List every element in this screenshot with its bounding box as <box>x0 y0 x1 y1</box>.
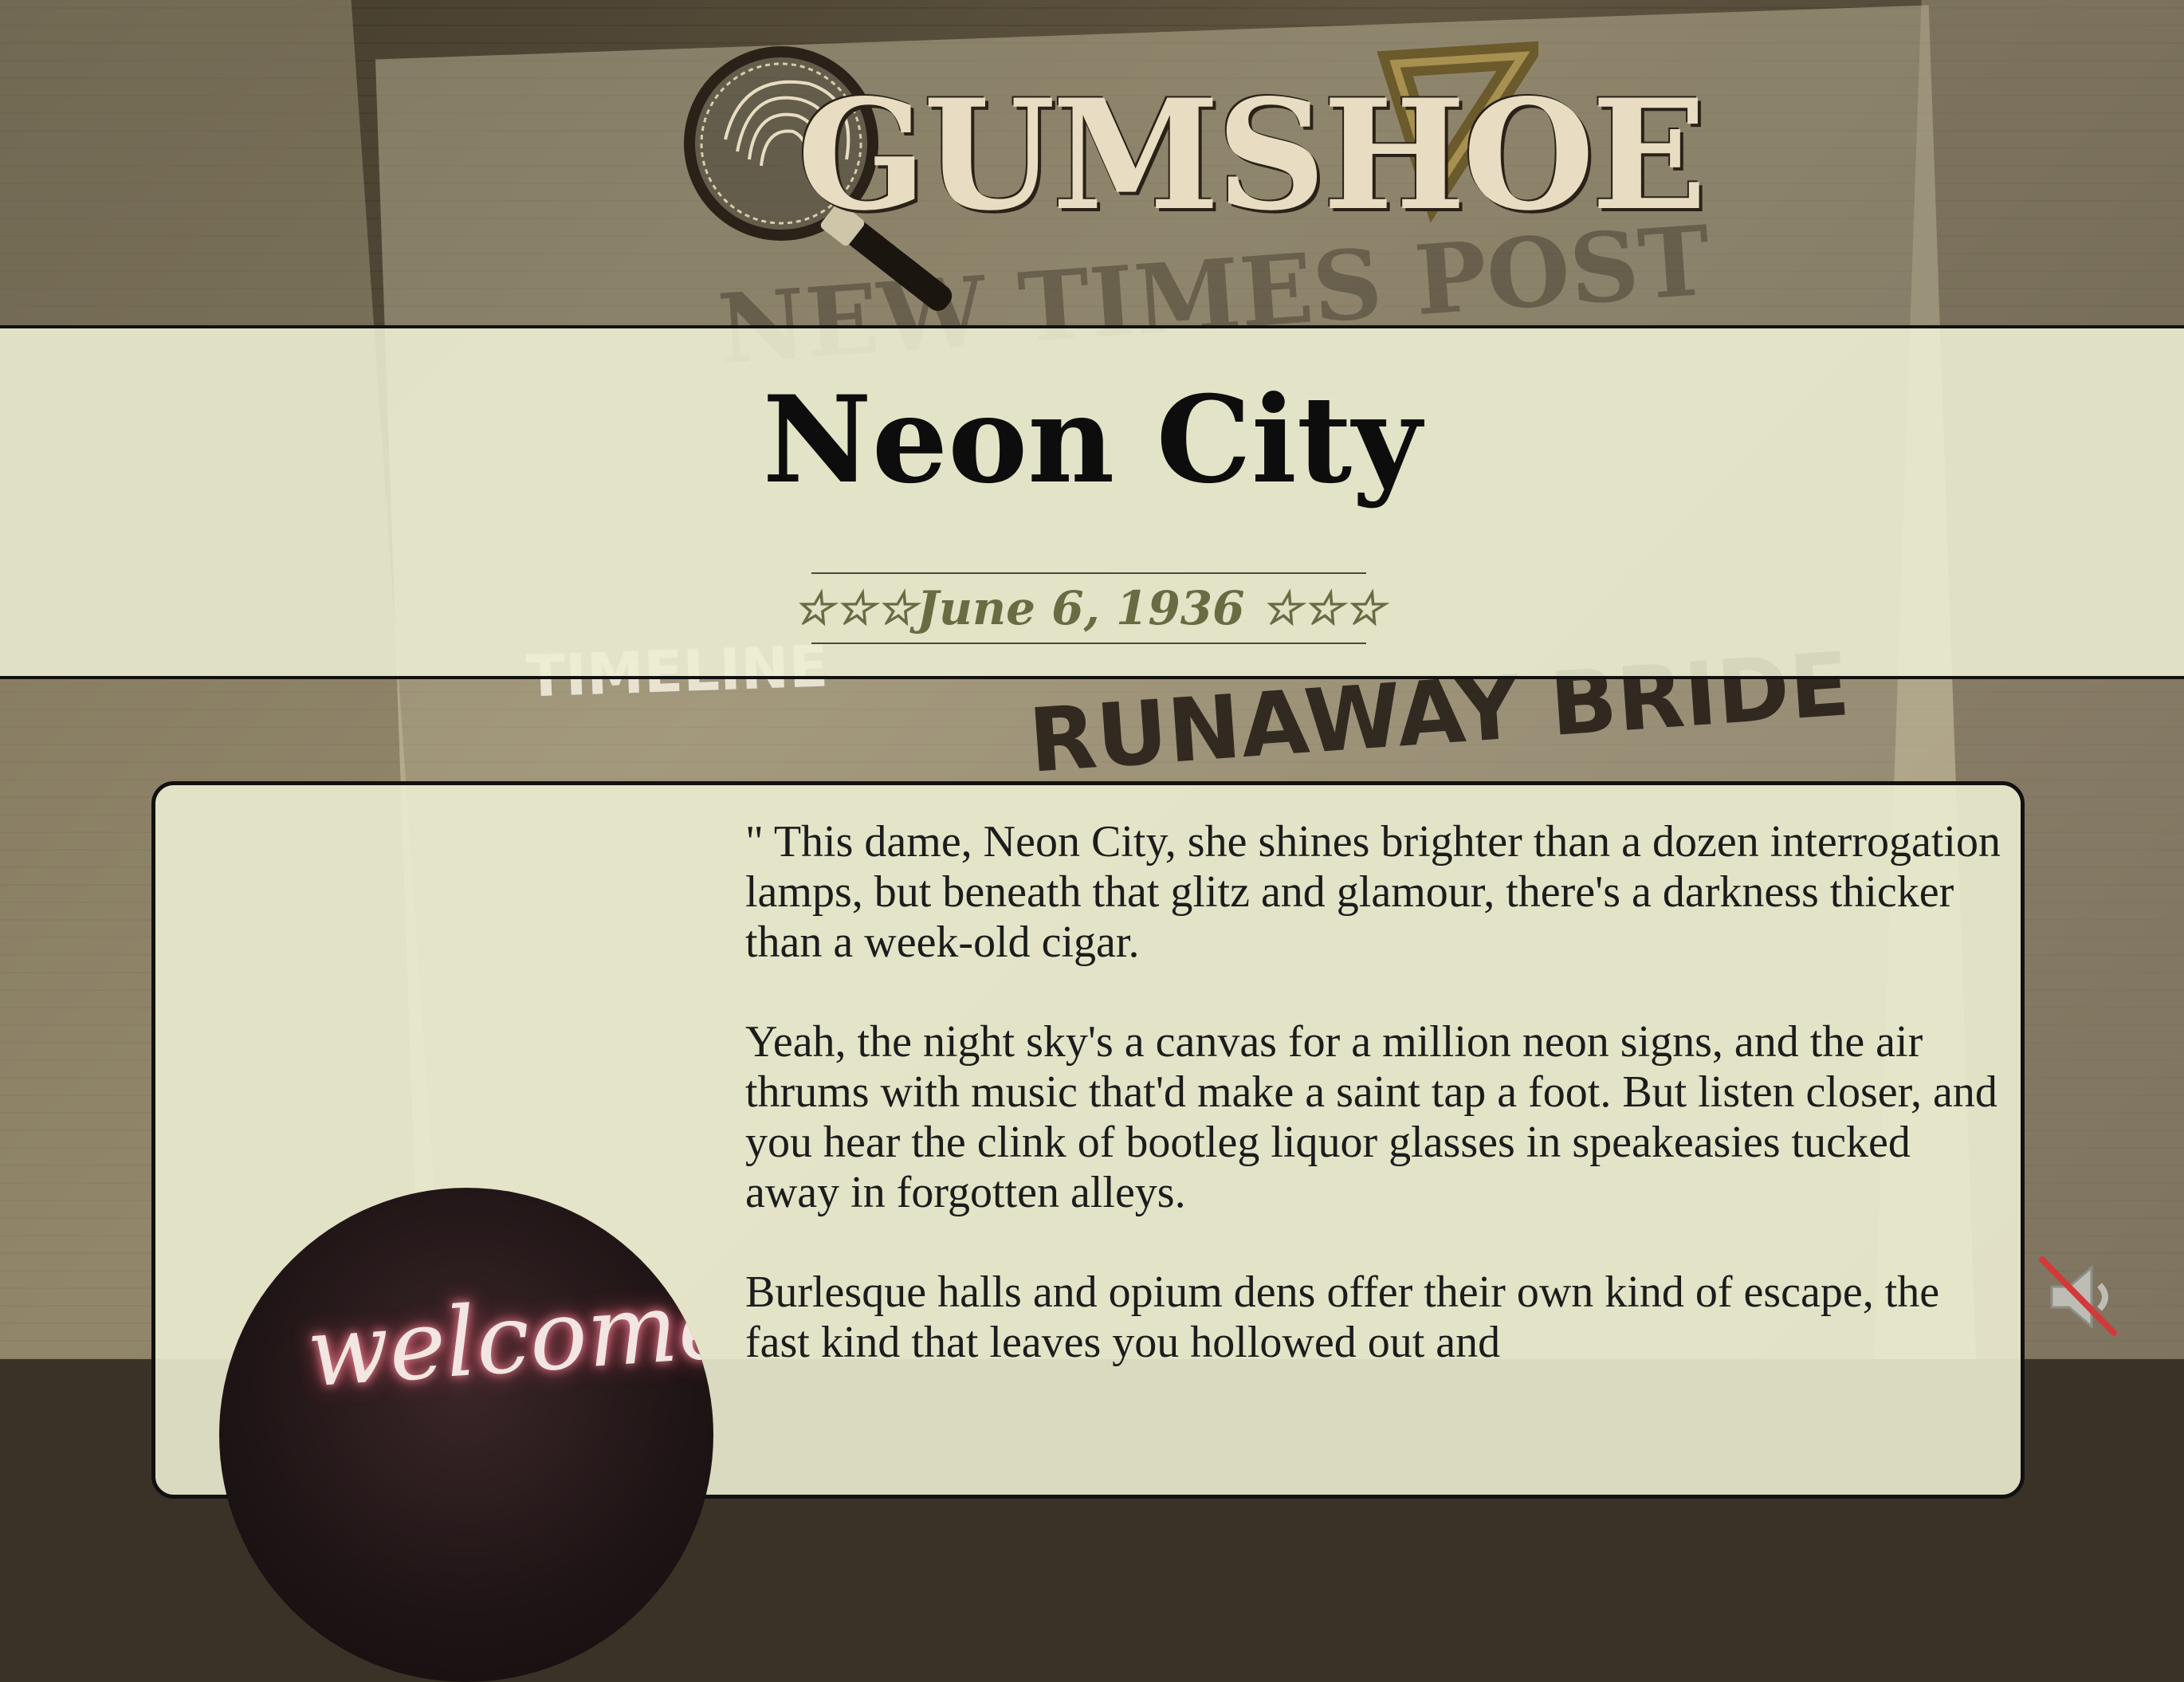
logo-wordmark: GUMSHOE <box>797 66 1707 244</box>
story-paragraph: Yeah, the night sky's a canvas for a mil… <box>745 1017 1997 1217</box>
date-line: ☆☆☆June 6, 1936 ☆☆☆ <box>792 572 1385 644</box>
story-paragraph: " This dame, Neon City, she shines brigh… <box>745 817 2001 967</box>
neon-sign-text: welcome <box>303 1268 713 1409</box>
page-title: Neon City <box>762 370 1422 510</box>
gumshoe-logo[interactable]: GUMSHOE <box>662 32 1707 351</box>
neon-sign-image: welcome <box>219 1188 713 1682</box>
story-card: welcome " This dame, Neon City, she shin… <box>151 781 2025 1682</box>
title-band: Neon City ☆☆☆June 6, 1936 ☆☆☆ <box>0 325 2184 679</box>
speaker-muted-icon <box>2039 1256 2117 1336</box>
story-paragraph: Burlesque halls and opium dens offer the… <box>745 1267 1940 1367</box>
mute-toggle-button[interactable] <box>2037 1253 2125 1341</box>
story-text: " This dame, Neon City, she shines brigh… <box>745 817 2005 1417</box>
